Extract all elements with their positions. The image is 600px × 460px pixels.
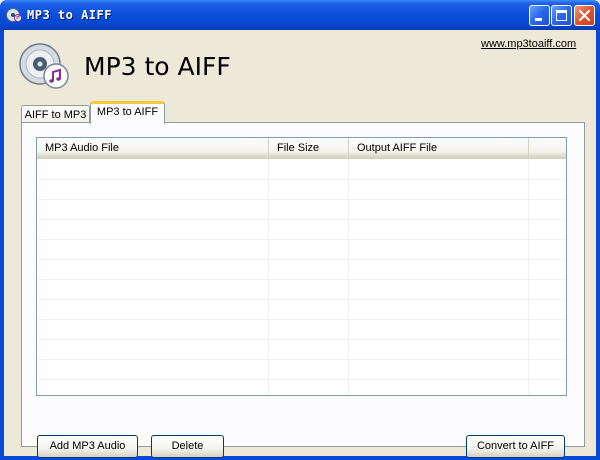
disc-music-icon	[19, 43, 69, 89]
table-row[interactable]	[37, 239, 566, 260]
website-link[interactable]: www.mp3toaiff.com	[481, 38, 576, 50]
table-row[interactable]	[37, 259, 566, 280]
window-title: MP3 to AIFF	[27, 8, 112, 22]
title-bar[interactable]: MP3 to AIFF	[0, 0, 600, 30]
table-row[interactable]	[37, 279, 566, 300]
column-header-extra[interactable]	[529, 138, 566, 157]
table-row[interactable]	[37, 299, 566, 320]
file-list-header: MP3 Audio File File Size Output AIFF Fil…	[37, 138, 566, 159]
file-list[interactable]: MP3 Audio File File Size Output AIFF Fil…	[36, 137, 567, 396]
minimize-icon	[535, 18, 542, 21]
app-title: MP3 to AIFF	[84, 52, 231, 81]
client-area: www.mp3toaiff.com MP3 to AIFF AIFF to MP…	[4, 30, 596, 458]
convert-button[interactable]: Convert to AIFF	[466, 435, 565, 458]
column-header-mp3-file[interactable]: MP3 Audio File	[37, 138, 269, 157]
column-header-file-size[interactable]: File Size	[269, 138, 349, 157]
table-row[interactable]	[37, 379, 566, 395]
app-icon	[6, 8, 22, 22]
table-row[interactable]	[37, 219, 566, 240]
table-row[interactable]	[37, 199, 566, 220]
column-divider	[528, 159, 529, 395]
table-row[interactable]	[37, 339, 566, 360]
table-row[interactable]	[37, 179, 566, 200]
maximize-icon	[556, 10, 567, 21]
column-header-output-file[interactable]: Output AIFF File	[349, 138, 529, 157]
table-row[interactable]	[37, 359, 566, 380]
column-divider	[268, 159, 269, 395]
tab-panel: MP3 Audio File File Size Output AIFF Fil…	[21, 122, 585, 458]
column-divider	[348, 159, 349, 395]
add-mp3-button[interactable]: Add MP3 Audio	[37, 435, 138, 458]
maximize-button[interactable]	[551, 5, 572, 26]
tab-mp3-to-aiff[interactable]: MP3 to AIFF	[90, 101, 165, 124]
close-button[interactable]	[574, 5, 595, 26]
minimize-button[interactable]	[529, 5, 550, 26]
delete-button[interactable]: Delete	[151, 435, 224, 458]
close-icon	[578, 9, 591, 22]
table-row[interactable]	[37, 319, 566, 340]
app-window: MP3 to AIFF www.mp3toaiff.com MP3 to AIF…	[0, 0, 600, 460]
table-row[interactable]	[37, 159, 566, 180]
